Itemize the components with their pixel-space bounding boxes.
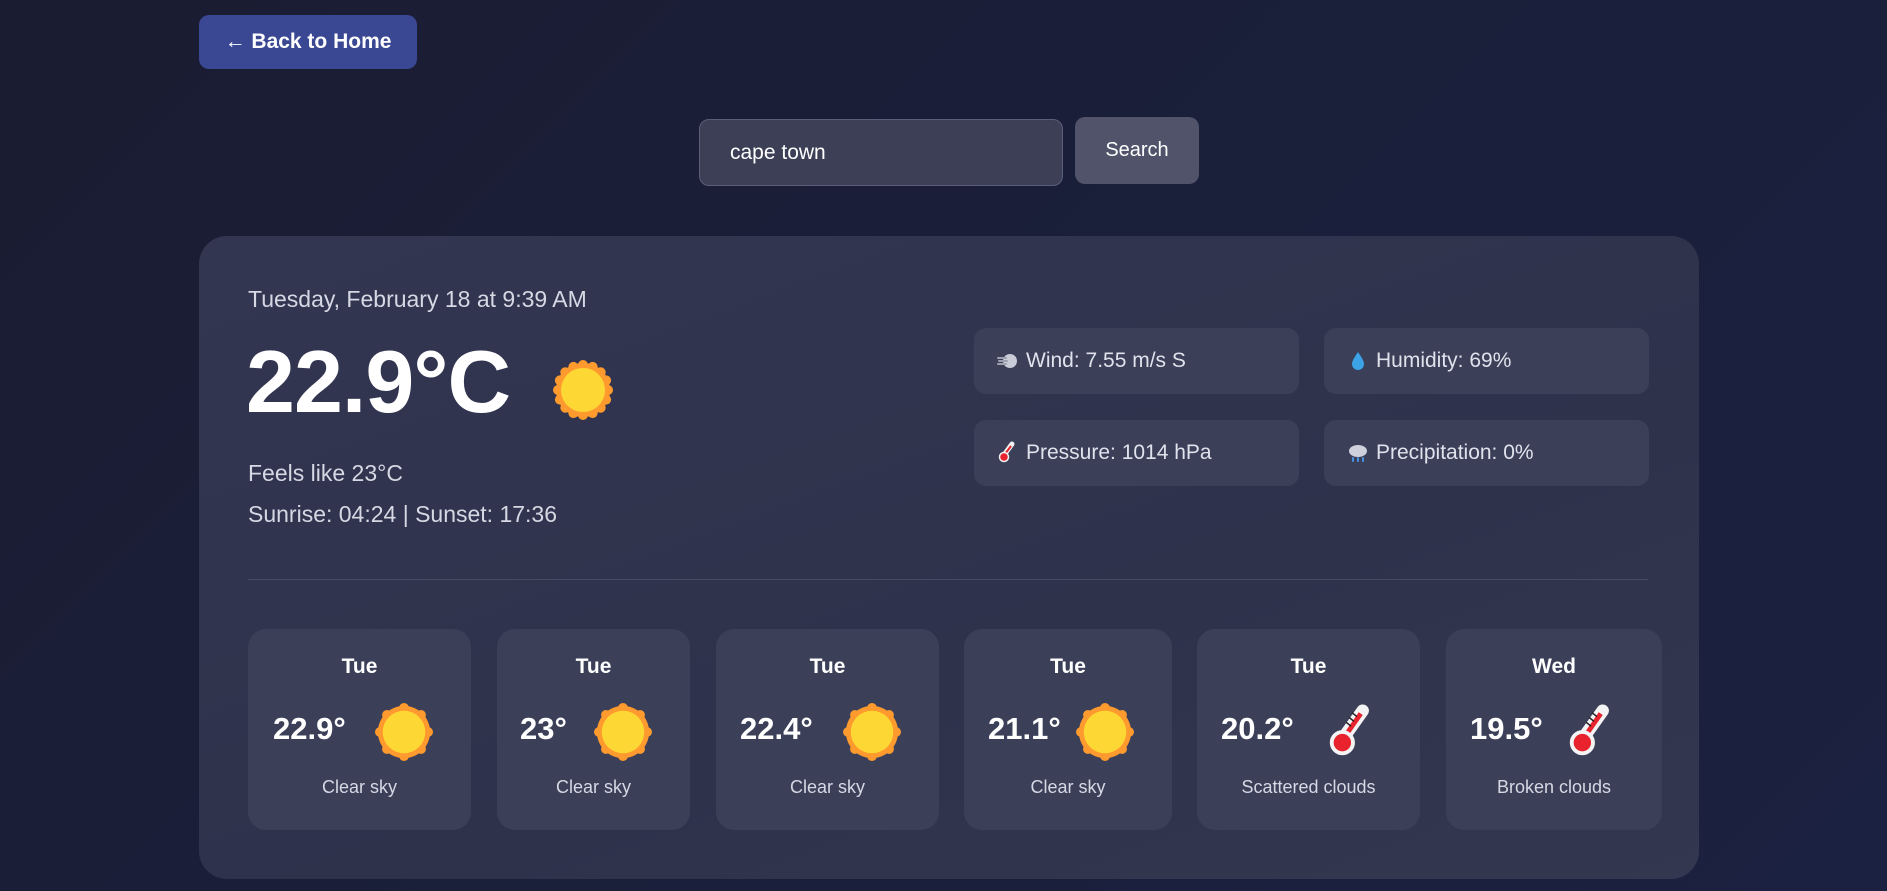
wind-icon (996, 349, 1020, 373)
forecast-description: Clear sky (321, 777, 397, 797)
forecast-temp: 19.5° (1470, 711, 1543, 746)
precipitation-label: Precipitation: 0% (1376, 441, 1534, 464)
forecast-day: Tue (1290, 655, 1327, 678)
search-button[interactable]: Search (1075, 117, 1199, 184)
pressure-label: Pressure: 1014 hPa (1026, 441, 1212, 464)
sun-icon (553, 360, 613, 420)
forecast-tile: Tue 22.4° Clear sky (716, 629, 939, 830)
current-datetime: Tuesday, February 18 at 9:39 AM (248, 286, 587, 312)
forecast-description: Broken clouds (1496, 777, 1612, 797)
forecast-day: Wed (1532, 655, 1576, 678)
forecast-tile: Wed 19.5° Broken clouds (1446, 629, 1662, 830)
forecast-description: Clear sky (1030, 777, 1106, 797)
city-search-input[interactable] (699, 119, 1063, 186)
forecast-temp: 22.9° (273, 711, 346, 746)
forecast-temp: 21.1° (988, 711, 1061, 746)
forecast-day: Tue (1050, 655, 1086, 678)
sun-icon (594, 703, 652, 761)
droplet-icon (1346, 349, 1370, 373)
thermometer-icon (1329, 704, 1369, 756)
forecast-description: Clear sky (789, 777, 865, 797)
forecast-description: Scattered clouds (1241, 777, 1376, 797)
thermometer-icon (1569, 704, 1609, 756)
back-to-home-button[interactable]: ← Back to Home (199, 15, 417, 69)
sun-icon (843, 703, 901, 761)
sun-icon (375, 703, 433, 761)
feels-like-text: Feels like 23°C (248, 460, 403, 486)
forecast-day: Tue (341, 655, 378, 678)
sunrise-sunset-text: Sunrise: 04:24 | Sunset: 17:36 (248, 501, 558, 527)
forecast-description: Clear sky (555, 777, 631, 797)
forecast-tile: Tue 21.1° Clear sky (964, 629, 1172, 830)
section-divider (248, 579, 1648, 580)
sun-icon (1076, 703, 1134, 761)
forecast-tile: Tue 23° Clear sky (497, 629, 690, 830)
thermometer-icon (996, 441, 1020, 465)
forecast-temp: 22.4° (740, 711, 813, 746)
humidity-stat: Humidity: 69% (1324, 328, 1649, 394)
forecast-temp: 23° (520, 711, 567, 746)
forecast-tile: Tue 22.9° Clear sky (248, 629, 471, 830)
forecast-day: Tue (809, 655, 846, 678)
forecast-tile: Tue 20.2° Scattered clouds (1197, 629, 1420, 830)
humidity-label: Humidity: 69% (1376, 349, 1512, 372)
forecast-temp: 20.2° (1221, 711, 1294, 746)
pressure-stat: Pressure: 1014 hPa (974, 420, 1299, 486)
wind-stat: Wind: 7.55 m/s S (974, 328, 1299, 394)
rain-cloud-icon (1346, 441, 1370, 465)
precipitation-stat: Precipitation: 0% (1324, 420, 1649, 486)
weather-page: ← Back to Home Search Tuesday, February … (0, 0, 1887, 891)
weather-card: Tuesday, February 18 at 9:39 AM 22.9°C F… (199, 236, 1699, 879)
current-temperature: 22.9°C (246, 332, 511, 431)
forecast-day: Tue (575, 655, 612, 678)
wind-label: Wind: 7.55 m/s S (1026, 349, 1186, 372)
